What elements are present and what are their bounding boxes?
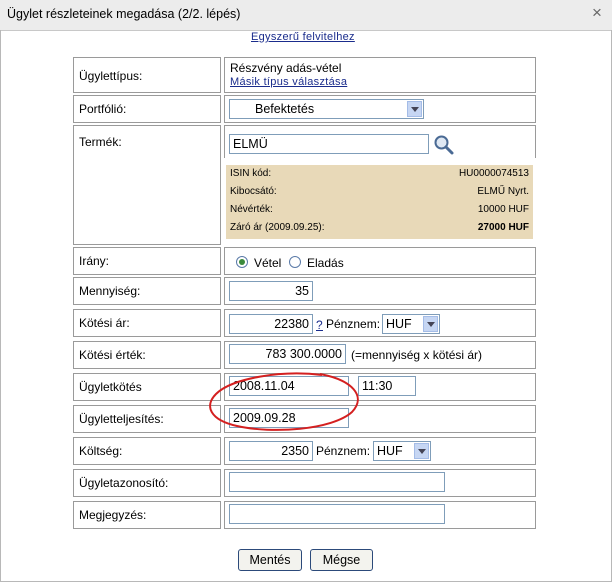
save-button[interactable]: Mentés (238, 549, 302, 571)
title-bar: Ügylet részleteinek megadása (2/2. lépés… (0, 0, 612, 31)
settle-date-label: Ügyletteljesítés: (73, 405, 221, 433)
cost-currency-label: Pénznem: (316, 444, 371, 458)
nominal-value: 10000 HUF (477, 204, 529, 215)
product-info-box: ISIN kód: HU0000074513 Kibocsátó: ELMŰ Nyr… (226, 165, 533, 239)
annotation-ellipse (209, 372, 359, 431)
trade-type-cell: Részvény adás-vétel Másik típus választá… (224, 57, 536, 93)
portfolio-cell: Befektetés (224, 95, 536, 123)
direction-label: Irány: (73, 247, 221, 275)
close-icon[interactable]: × (588, 3, 606, 23)
nominal-label: Névérték: (230, 204, 273, 215)
chevron-down-icon (423, 316, 438, 332)
row-quantity: Mennyiség: 35 (73, 277, 536, 305)
simple-entry-link[interactable]: Egyszerű felvitelhez (251, 31, 355, 43)
row-note: Megjegyzés: (73, 501, 536, 529)
sell-label: Eladás (307, 256, 344, 270)
trade-id-label: Ügyletazonosító: (73, 469, 221, 497)
row-direction: Irány: Vétel Eladás (73, 247, 536, 275)
cost-label: Költség: (73, 437, 221, 465)
product-cell: ELMÜ (224, 125, 536, 158)
trade-id-cell (224, 469, 536, 497)
direction-cell: Vétel Eladás (224, 247, 536, 275)
isin-label: ISIN kód: (230, 168, 272, 179)
price-input[interactable]: 22380 (229, 314, 313, 334)
note-cell (224, 501, 536, 529)
buy-label: Vétel (254, 256, 282, 270)
row-portfolio: Portfólió: Befektetés (73, 95, 536, 123)
amount-cell: 783 300.0000 (=mennyiség x kötési ár) (224, 341, 536, 369)
row-amount: Kötési érték: 783 300.0000 (=mennyiség x… (73, 341, 536, 369)
issuer-value: ELMŰ Nyrt. (477, 186, 529, 197)
window-title: Ügylet részleteinek megadása (2/2. lépés… (7, 7, 241, 21)
quantity-input[interactable]: 35 (229, 281, 313, 301)
row-product: Termék: ELMÜ ISIN kód: HU0000074513 Kiboc… (73, 125, 536, 245)
row-cost: Költség: 2350 Pénznem: HUF (73, 437, 536, 465)
portfolio-select[interactable]: Befektetés (229, 99, 424, 119)
search-icon[interactable] (433, 134, 455, 156)
cost-currency-select[interactable]: HUF (373, 441, 431, 461)
product-input[interactable]: ELMÜ (229, 134, 429, 154)
price-currency-select[interactable]: HUF (382, 314, 440, 334)
note-input[interactable] (229, 504, 445, 524)
issuer-label: Kibocsátó: (230, 186, 277, 197)
quantity-label: Mennyiség: (73, 277, 221, 305)
price-label: Kötési ár: (73, 309, 221, 337)
row-trade-type: Ügylettípus: Részvény adás-vétel Másik t… (73, 57, 536, 93)
quantity-cell: 35 (224, 277, 536, 305)
price-currency-label: Pénznem: (326, 317, 381, 331)
amount-input[interactable]: 783 300.0000 (229, 344, 346, 364)
trade-type-label: Ügylettípus: (73, 57, 221, 93)
trade-type-value: Részvény adás-vétel (230, 61, 342, 75)
close-price-label: Záró ár (2009.09.25): (230, 222, 325, 233)
amount-note: (=mennyiség x kötési ár) (351, 348, 483, 362)
chevron-down-icon (407, 101, 422, 117)
price-cell: 22380 ? Pénznem: HUF (224, 309, 536, 337)
row-trade-id: Ügyletazonosító: (73, 469, 536, 497)
trade-id-input[interactable] (229, 472, 445, 492)
sell-radio[interactable] (289, 256, 301, 268)
change-type-link[interactable]: Másik típus választása (230, 76, 347, 88)
note-label: Megjegyzés: (73, 501, 221, 529)
price-help-link[interactable]: ? (316, 318, 323, 332)
isin-value: HU0000074513 (458, 168, 529, 179)
trade-date-label: Ügyletkötés (73, 373, 221, 401)
row-price: Kötési ár: 22380 ? Pénznem: HUF (73, 309, 536, 337)
portfolio-label: Portfólió: (73, 95, 221, 123)
chevron-down-icon (414, 443, 429, 459)
buy-radio[interactable] (236, 256, 248, 268)
close-price-value: 27000 HUF (477, 222, 529, 233)
amount-label: Kötési érték: (73, 341, 221, 369)
cost-cell: 2350 Pénznem: HUF (224, 437, 536, 465)
cost-input[interactable]: 2350 (229, 441, 313, 461)
product-label: Termék: (73, 125, 221, 245)
cancel-button[interactable]: Mégse (310, 549, 373, 571)
